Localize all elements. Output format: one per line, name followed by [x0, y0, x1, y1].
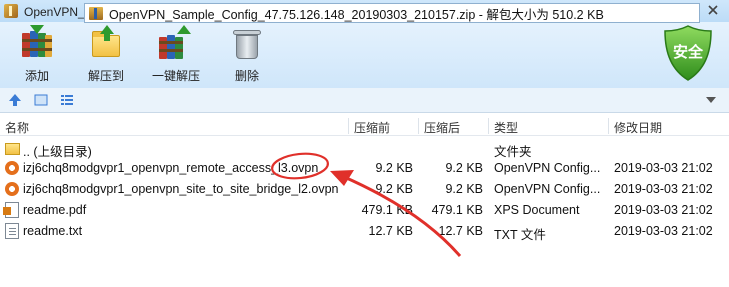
delete-label: 删除	[234, 69, 259, 83]
extract-to-label: 解压到	[88, 69, 125, 83]
trash-icon	[230, 27, 264, 61]
list-item[interactable]: readme.txt 12.7 KB 12.7 KB TXT 文件 2019-0…	[0, 221, 729, 242]
column-header: 名称 压缩前 压缩后 类型 修改日期	[0, 116, 729, 136]
file-size-before: 12.7 KB	[368, 224, 413, 238]
column-type[interactable]: 类型	[494, 119, 518, 136]
file-modified: 2019-03-03 21:02	[614, 203, 713, 217]
folder-up-icon	[5, 143, 20, 155]
column-size-after[interactable]: 压缩后	[424, 119, 460, 136]
file-type: XPS Document	[494, 203, 580, 217]
up-arrow-icon[interactable]	[8, 93, 22, 107]
address-dropdown-icon[interactable]	[706, 97, 716, 103]
one-click-extract-label: 一键解压	[152, 69, 201, 83]
file-name: izj6chq8modgvpr1_openvpn_site_to_site_br…	[23, 182, 339, 196]
security-label: 安全	[672, 44, 703, 61]
add-button[interactable]: 添加	[20, 25, 54, 84]
file-modified: 2019-03-03 21:02	[614, 224, 713, 238]
address-row	[0, 88, 729, 113]
view-large-icon[interactable]	[34, 93, 48, 107]
pdf-file-icon	[3, 202, 19, 218]
file-type: OpenVPN Config...	[494, 161, 601, 175]
close-icon[interactable]	[704, 2, 722, 18]
column-size-before[interactable]: 压缩前	[354, 119, 390, 136]
column-modified[interactable]: 修改日期	[614, 119, 662, 136]
zip-archive-icon	[89, 6, 103, 20]
list-item[interactable]: .. (上级目录) 文件夹	[0, 138, 729, 159]
file-type: TXT 文件	[494, 228, 546, 242]
text-file-icon	[5, 223, 19, 239]
list-item[interactable]: izj6chq8modgvpr1_openvpn_site_to_site_br…	[0, 179, 729, 199]
file-name: readme.txt	[23, 224, 83, 238]
column-name[interactable]: 名称	[5, 119, 29, 136]
security-shield-button[interactable]: 安全	[662, 24, 714, 82]
view-list-icon[interactable]	[60, 93, 74, 107]
delete-button[interactable]: 删除	[230, 27, 264, 84]
file-size-after: 9.2 KB	[445, 161, 483, 175]
file-size-after: 12.7 KB	[438, 224, 483, 238]
add-label: 添加	[24, 69, 49, 83]
list-item[interactable]: izj6chq8modgvpr1_openvpn_remote_access_l…	[0, 158, 729, 178]
one-click-extract-icon	[159, 25, 193, 61]
extract-to-button[interactable]: 解压到	[88, 25, 125, 84]
archive-app-icon	[4, 4, 18, 18]
address-bar[interactable]: OpenVPN_Sample_Config_47.75.126.148_2019…	[84, 3, 700, 23]
file-size-after: 479.1 KB	[431, 203, 483, 217]
file-modified: 2019-03-03 21:02	[614, 182, 713, 196]
add-archive-icon	[20, 25, 54, 61]
one-click-extract-button[interactable]: 一键解压	[152, 25, 201, 84]
file-modified: 2019-03-03 21:02	[614, 161, 713, 175]
file-type: OpenVPN Config...	[494, 182, 601, 196]
archive-path: OpenVPN_Sample_Config_47.75.126.148_2019…	[109, 7, 604, 22]
file-size-before: 9.2 KB	[375, 161, 413, 175]
openvpn-icon	[5, 161, 19, 175]
list-item[interactable]: readme.pdf 479.1 KB 479.1 KB XPS Documen…	[0, 200, 729, 220]
file-name: izj6chq8modgvpr1_openvpn_remote_access_l…	[23, 161, 319, 175]
file-name: readme.pdf	[23, 203, 87, 217]
openvpn-icon	[5, 182, 19, 196]
extract-to-folder-icon	[89, 25, 123, 61]
file-size-before: 479.1 KB	[361, 203, 413, 217]
file-size-before: 9.2 KB	[375, 182, 413, 196]
file-size-after: 9.2 KB	[445, 182, 483, 196]
